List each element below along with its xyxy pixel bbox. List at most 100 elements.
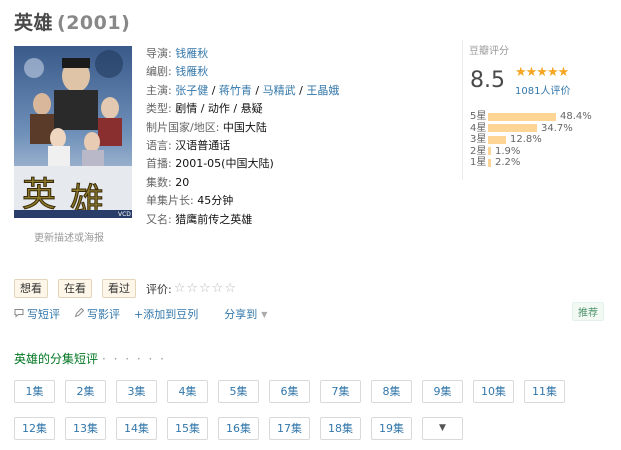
runtime-label: 单集片长: [146,194,194,208]
runtime-value: 45分钟 [197,194,234,208]
genre-label: 类型: [146,102,172,116]
dist-label: 4星 [470,122,487,134]
write-short-review-action[interactable]: 写短评 [14,306,60,322]
comment-icon [14,308,24,321]
episode-button[interactable]: 5集 [218,380,259,403]
runtime-row: 单集片长: 45分钟 [146,192,339,210]
dist-pct: 2.2% [495,157,521,168]
dist-bar [488,147,491,156]
premiere-value: 2001-05(中国大陆) [175,157,274,171]
rating-dist-row: 1星 2.2% [470,157,592,169]
episode-button[interactable]: 2集 [65,380,106,403]
director-link[interactable]: 钱雁秋 [175,47,208,60]
share-label: 分享到 [224,308,258,321]
episode-button[interactable]: 17集 [269,417,310,440]
page-title: 英雄 (2001) [14,8,130,35]
episode-button[interactable]: 1集 [14,380,55,403]
share-dropdown[interactable]: 分享到 ▼ [224,306,267,322]
episode-button[interactable]: 7集 [320,380,361,403]
cast-link-4[interactable]: 王晶娥 [306,84,339,97]
episode-button[interactable]: 3集 [116,380,157,403]
dist-pct: 48.4% [560,111,592,122]
heading-dots: · · · · · · [102,352,166,366]
dist-pct: 34.7% [541,122,573,134]
dist-bar [488,158,491,167]
dist-label: 3星 [470,134,487,145]
dist-bar [488,112,556,121]
rate-stars-input[interactable]: ☆☆☆☆☆ [174,281,237,296]
rating-dist-row: 2星 1.9% [470,146,592,158]
watched-button[interactable]: 看过 [102,279,136,298]
action-row: 写短评 写影评 +添加到豆列 分享到 ▼ [14,306,281,322]
episode-button[interactable]: 8集 [371,380,412,403]
language-label: 语言: [146,139,172,153]
episode-button[interactable]: 11集 [524,380,565,403]
watching-button[interactable]: 在看 [58,279,92,298]
chevron-down-icon: ▼ [439,423,446,433]
dist-bar [488,124,537,133]
recommend-button[interactable]: 推荐 [572,302,604,321]
rating-score: 8.5 [470,68,505,93]
episode-reviews-title: 英雄的分集短评 [14,352,99,366]
episode-button[interactable]: 18集 [320,417,361,440]
rating-dist-row: 3星 12.8% [470,134,592,146]
episode-button[interactable]: 9集 [422,380,463,403]
poster-title-glyph-1: 英 [22,175,56,215]
title-year: (2001) [57,12,131,34]
dist-label: 2星 [470,145,487,157]
language-row: 语言: 汉语普通话 [146,137,339,155]
dist-pct: 1.9% [495,145,521,157]
episode-button[interactable]: 4集 [167,380,208,403]
write-review-label: 写影评 [87,308,120,321]
rate-label: 评价: [146,282,172,296]
want-to-watch-button[interactable]: 想看 [14,279,48,298]
aka-value: 猎鹰前传之英雄 [175,212,253,226]
rating-count-link[interactable]: 1081人评价 [515,82,570,97]
aka-row: 又名: 猎鹰前传之英雄 [146,211,339,229]
update-poster-link[interactable]: 更新描述或海报 [34,229,104,244]
region-label: 制片国家/地区: [146,120,220,134]
episode-button[interactable]: 10集 [473,380,514,403]
cast-row: 主演: 张子健 / 蒋竹青 / 马精武 / 王晶娥 [146,83,340,97]
rating-distribution: 5星 48.4% 4星 34.7% 3星 12.8% 2星 1.9% 1星 2.… [470,111,592,169]
cast-link-3[interactable]: 马精武 [263,84,296,97]
episodes-label: 集数: [146,175,172,189]
poster-vcd-label: VCD [118,211,131,218]
episode-button[interactable]: 6集 [269,380,310,403]
pencil-icon [74,307,85,321]
director-label: 导演: [146,47,172,60]
writer-row: 编剧: 钱雁秋 [146,63,339,81]
episodes-value: 20 [175,175,190,189]
poster-image[interactable]: 英 雄 VCD [14,46,132,218]
info-panel: 导演: 钱雁秋 编剧: 钱雁秋 主演: 张子健 / 蒋竹青 / 马精武 / 王晶… [146,45,339,229]
write-review-action[interactable]: 写影评 [74,306,120,322]
episode-button[interactable]: 12集 [14,417,55,440]
dist-label: 5星 [470,111,487,122]
writer-link[interactable]: 钱雁秋 [175,65,208,78]
director-row: 导演: 钱雁秋 [146,45,339,63]
more-episodes-button[interactable]: ▼ [422,417,463,440]
episode-reviews-heading: 英雄的分集短评 · · · · · · [14,350,166,367]
premiere-label: 首播: [146,157,172,171]
cast-link-2[interactable]: 蒋竹青 [219,84,252,97]
episode-button[interactable]: 14集 [116,417,157,440]
language-value: 汉语普通话 [175,139,231,153]
episode-button[interactable]: 19集 [371,417,412,440]
premiere-row: 首播: 2001-05(中国大陆) [146,155,339,173]
episode-button[interactable]: 15集 [167,417,208,440]
writer-label: 编剧: [146,65,172,79]
episode-button[interactable]: 13集 [65,417,106,440]
genre-value: 剧情 / 动作 / 悬疑 [175,102,263,116]
region-row: 制片国家/地区: 中国大陆 [146,119,339,137]
rating-title: 豆瓣评分 [469,46,509,57]
rating-dist-row: 4星 34.7% [470,123,592,135]
episode-button[interactable]: 16集 [218,417,259,440]
chevron-down-icon: ▼ [261,309,268,319]
episodes-row: 集数: 20 [146,174,339,192]
cast-label: 主演: [146,83,172,97]
add-to-doulist-action[interactable]: +添加到豆列 [134,306,198,322]
cast-link-1[interactable]: 张子健 [175,84,208,97]
write-short-review-label: 写短评 [27,308,60,321]
region-value: 中国大陆 [222,120,267,134]
status-button-row: 想看 在看 看过 评价: ☆☆☆☆☆ [14,279,237,298]
